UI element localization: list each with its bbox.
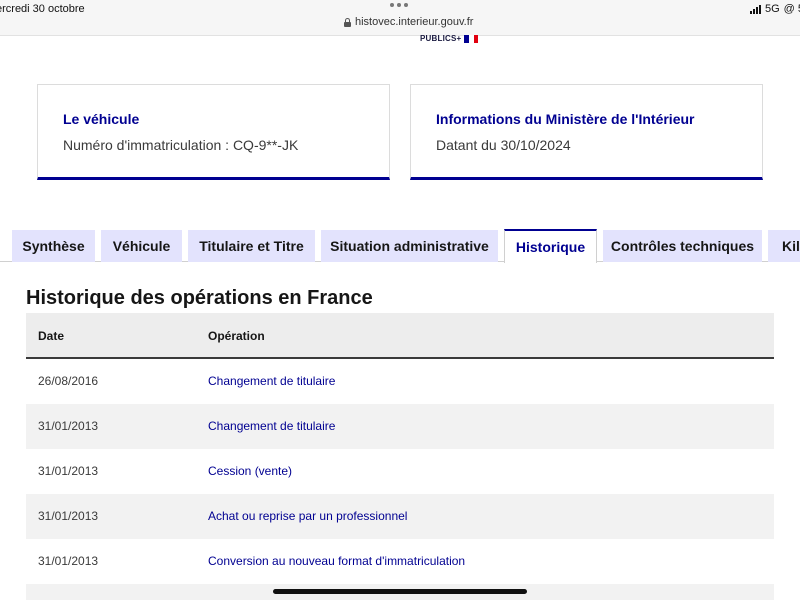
column-header-operation: Opération bbox=[208, 329, 265, 343]
row-operation: Conversion au nouveau format d'immatricu… bbox=[208, 554, 466, 568]
column-header-date: Date bbox=[38, 329, 65, 343]
table-row: 31/01/2013 Changement de titulaire bbox=[26, 404, 774, 449]
lock-icon bbox=[344, 17, 351, 27]
signal-icon bbox=[749, 4, 761, 14]
tab-controles-techniques[interactable]: Contrôles techniques bbox=[603, 230, 762, 262]
row-date: 31/01/2013 bbox=[38, 509, 99, 523]
french-flag-icon bbox=[464, 34, 479, 43]
registration-number: Numéro d'immatriculation : CQ-9**-JK bbox=[63, 137, 299, 153]
tab-titulaire-titre[interactable]: Titulaire et Titre bbox=[188, 230, 315, 262]
row-operation: Changement de titulaire bbox=[208, 419, 336, 433]
row-operation: Changement de titulaire bbox=[208, 374, 336, 388]
ministry-info-card: Informations du Ministère de l'Intérieur… bbox=[410, 84, 763, 180]
table-row: 31/01/2013 Achat ou reprise par un profe… bbox=[26, 494, 774, 539]
logo-text: PUBLICS+ bbox=[420, 34, 462, 43]
vehicle-card: Le véhicule Numéro d'immatriculation : C… bbox=[37, 84, 390, 180]
table-header: Date Opération bbox=[26, 313, 774, 359]
row-operation: Cession (vente) bbox=[208, 464, 293, 478]
address-bar[interactable]: histovec.interieur.gouv.fr bbox=[344, 16, 473, 28]
operations-table: Date Opération 26/08/2016 Changement de … bbox=[26, 313, 774, 600]
ministry-card-title: Informations du Ministère de l'Intérieur bbox=[436, 111, 695, 127]
info-date: Datant du 30/10/2024 bbox=[436, 137, 571, 153]
home-indicator[interactable] bbox=[273, 589, 527, 594]
section-title: Historique des opérations en France bbox=[26, 287, 373, 309]
page: ercredi 30 octobre histovec.interieur.go… bbox=[0, 0, 800, 600]
row-date: 31/01/2013 bbox=[38, 554, 99, 568]
table-row: 31/01/2013 Cession (vente) bbox=[26, 449, 774, 494]
table-row: 31/01/2013 Conversion au nouveau format … bbox=[26, 539, 774, 584]
more-dots-icon[interactable] bbox=[390, 3, 408, 7]
row-date: 26/08/2016 bbox=[38, 374, 99, 388]
network-label: 5G bbox=[764, 3, 780, 15]
browser-status-bar: ercredi 30 octobre histovec.interieur.go… bbox=[0, 0, 800, 36]
site-logo[interactable]: PUBLICS+ bbox=[420, 34, 479, 43]
tab-synthese[interactable]: Synthèse bbox=[12, 230, 95, 262]
vehicle-card-title: Le véhicule bbox=[63, 111, 140, 127]
tab-bar: Synthèse Véhicule Titulaire et Titre Sit… bbox=[0, 229, 800, 263]
status-indicators: 5G @ 5 bbox=[749, 3, 800, 15]
status-extra: @ 5 bbox=[783, 3, 800, 15]
row-date: 31/01/2013 bbox=[38, 464, 99, 478]
row-operation: Achat ou reprise par un professionnel bbox=[208, 509, 408, 523]
table-row: 26/08/2016 Changement de titulaire bbox=[26, 359, 774, 404]
status-date: ercredi 30 octobre bbox=[0, 3, 85, 15]
tab-vehicule[interactable]: Véhicule bbox=[101, 230, 182, 262]
tab-situation-administrative[interactable]: Situation administrative bbox=[321, 230, 498, 262]
tab-historique[interactable]: Historique bbox=[504, 229, 597, 263]
tab-kilometrage[interactable]: Kil bbox=[768, 230, 800, 262]
row-date: 31/01/2013 bbox=[38, 419, 99, 433]
url-text: histovec.interieur.gouv.fr bbox=[355, 16, 474, 28]
